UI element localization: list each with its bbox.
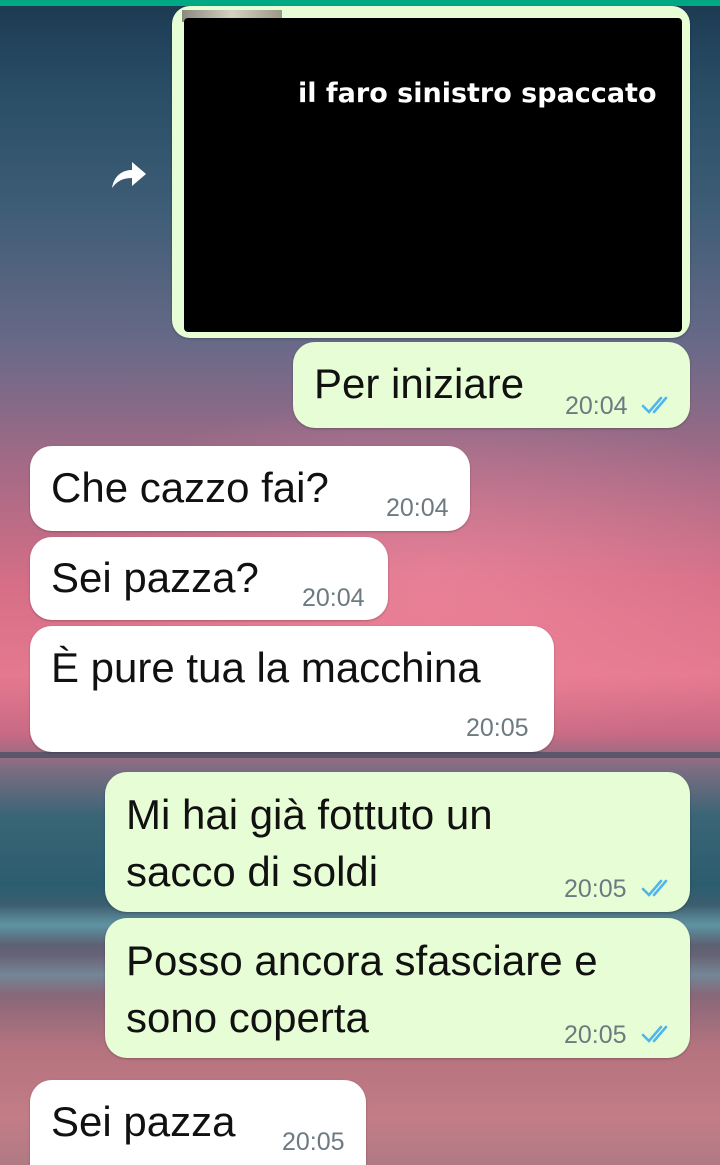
message-text: Sei pazza [51, 1098, 236, 1145]
media-caption: il faro sinistro spaccato [298, 78, 657, 109]
message-time: 20:04 [565, 392, 628, 420]
message-time: 20:05 [564, 875, 627, 903]
message-bubble-incoming[interactable]: È pure tua la macchina 20:05 [30, 626, 554, 752]
message-time: 20:04 [386, 494, 449, 522]
message-time: 20:05 [466, 714, 529, 742]
message-bubble-incoming[interactable]: Che cazzo fai? 20:04 [30, 446, 470, 531]
media-image[interactable] [184, 18, 682, 332]
message-bubble-outgoing[interactable]: Mi hai già fottuto un sacco di soldi 20:… [105, 772, 690, 912]
message-bubble-outgoing[interactable]: Per iniziare 20:04 [293, 342, 690, 428]
forward-arrow-icon[interactable] [108, 158, 148, 192]
read-ticks-icon [641, 879, 668, 897]
message-bubble-outgoing[interactable]: Posso ancora sfasciare e sono coperta 20… [105, 918, 690, 1058]
message-text: Per iniziare [314, 360, 525, 407]
message-time: 20:04 [302, 584, 365, 612]
message-text: Che cazzo fai? [51, 464, 329, 511]
message-time: 20:05 [564, 1021, 627, 1049]
message-text: sono coperta [126, 994, 369, 1041]
message-bubble-incoming[interactable]: Sei pazza 20:05 [30, 1080, 366, 1165]
message-time: 20:05 [282, 1128, 345, 1156]
message-text: Sei pazza? [51, 554, 259, 601]
message-bubble-incoming[interactable]: Sei pazza? 20:04 [30, 537, 388, 620]
message-text: sacco di soldi [126, 848, 379, 895]
message-text: Posso ancora sfasciare e [126, 937, 598, 984]
wallpaper-horizon [0, 752, 720, 758]
message-text: Mi hai già fottuto un [126, 791, 493, 838]
read-ticks-icon [641, 396, 668, 414]
read-ticks-icon [641, 1025, 668, 1043]
message-text: È pure tua la macchina [51, 644, 481, 691]
